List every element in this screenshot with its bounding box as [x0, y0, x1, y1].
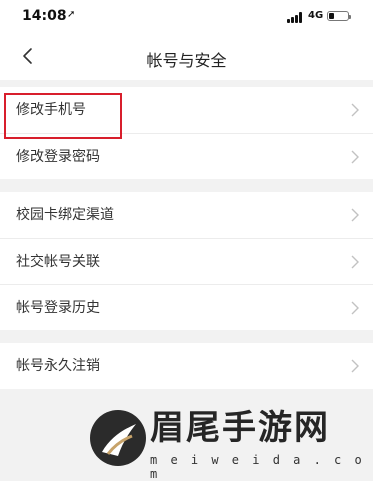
settings-item-delete-account[interactable]: 帐号永久注销: [0, 343, 373, 389]
battery-icon: [327, 11, 351, 21]
chevron-right-icon: [351, 301, 359, 315]
chevron-right-icon: [351, 359, 359, 373]
settings-item-label: 修改登录密码: [16, 149, 100, 165]
settings-item-label: 校园卡绑定渠道: [16, 207, 114, 223]
settings-group-account-deletion: 帐号永久注销: [0, 343, 373, 389]
settings-item-label: 帐号登录历史: [16, 300, 100, 316]
page-title: 帐号与安全: [146, 51, 227, 70]
location-arrow-icon: ➚: [67, 9, 76, 20]
chevron-right-icon: [351, 255, 359, 269]
status-time: 14:08: [22, 8, 67, 24]
battery-level: [329, 13, 334, 19]
settings-item-login-history[interactable]: 帐号登录历史: [0, 284, 373, 330]
settings-item-label: 社交帐号关联: [16, 254, 100, 270]
settings-item-label: 帐号永久注销: [16, 358, 100, 374]
settings-item-change-password[interactable]: 修改登录密码: [0, 133, 373, 179]
watermark: 眉尾手游网 m e i w e i d a . c o m: [88, 398, 373, 481]
settings-item-campus-card-binding[interactable]: 校园卡绑定渠道: [0, 192, 373, 238]
chevron-right-icon: [351, 208, 359, 222]
settings-item-social-accounts[interactable]: 社交帐号关联: [0, 238, 373, 284]
settings-group-linked-accounts: 校园卡绑定渠道 社交帐号关联 帐号登录历史: [0, 192, 373, 330]
chevron-right-icon: [351, 103, 359, 117]
network-type: 4G: [308, 10, 324, 21]
watermark-logo-icon: [90, 410, 146, 466]
navigation-bar: 帐号与安全: [0, 34, 373, 80]
highlight-annotation: [4, 93, 122, 139]
chevron-right-icon: [351, 150, 359, 164]
status-bar: 14:08 ➚ 4G: [0, 0, 373, 34]
watermark-title: 眉尾手游网: [150, 408, 330, 448]
signal-strength-icon: [287, 12, 303, 23]
